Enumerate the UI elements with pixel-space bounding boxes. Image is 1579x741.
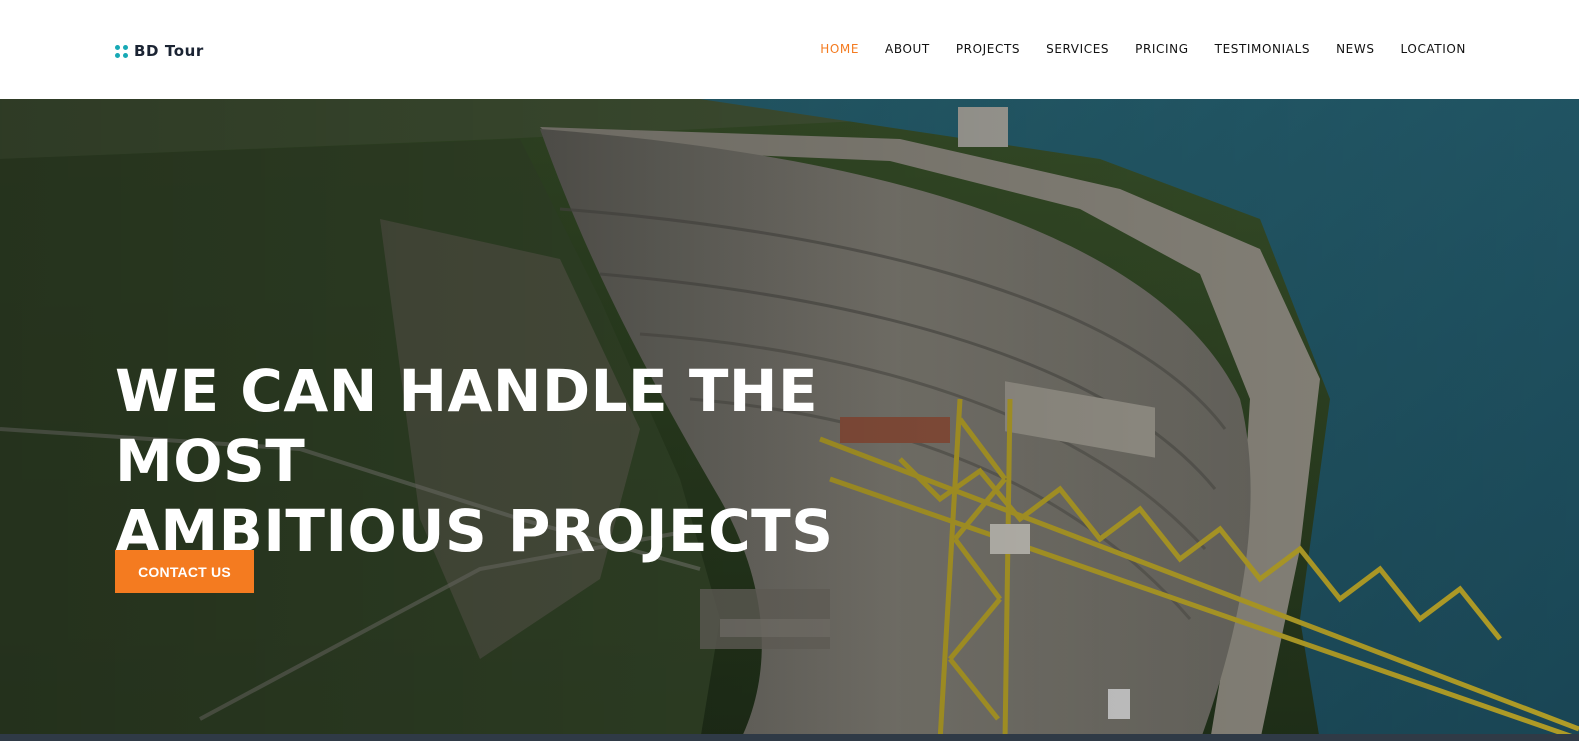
main-nav: HOME ABOUT PROJECTS SERVICES PRICING TES…: [794, 41, 1466, 57]
brand-name: BD Tour: [134, 42, 204, 60]
nav-item-pricing[interactable]: PRICING: [1135, 41, 1189, 57]
site-header: BD Tour HOME ABOUT PROJECTS SERVICES PRI…: [0, 0, 1579, 99]
bottom-edge-bar: [0, 734, 1579, 741]
hero-title: WE CAN HANDLE THE MOST AMBITIOUS PROJECT…: [115, 356, 1015, 566]
nav-item-about[interactable]: ABOUT: [885, 41, 930, 57]
nav-item-projects[interactable]: PROJECTS: [956, 41, 1020, 57]
nav-item-location[interactable]: LOCATION: [1401, 41, 1466, 57]
hero-title-line-1: WE CAN HANDLE THE MOST: [115, 357, 819, 495]
contact-us-button[interactable]: CONTACT US: [115, 550, 254, 593]
hero-section: WE CAN HANDLE THE MOST AMBITIOUS PROJECT…: [0, 99, 1579, 741]
nav-item-services[interactable]: SERVICES: [1046, 41, 1109, 57]
nav-item-home[interactable]: HOME: [820, 41, 859, 57]
nav-item-testimonials[interactable]: TESTIMONIALS: [1215, 41, 1310, 57]
brand-logo[interactable]: BD Tour: [115, 42, 204, 60]
four-dot-logo-icon: [115, 44, 128, 58]
nav-item-news[interactable]: NEWS: [1336, 41, 1374, 57]
